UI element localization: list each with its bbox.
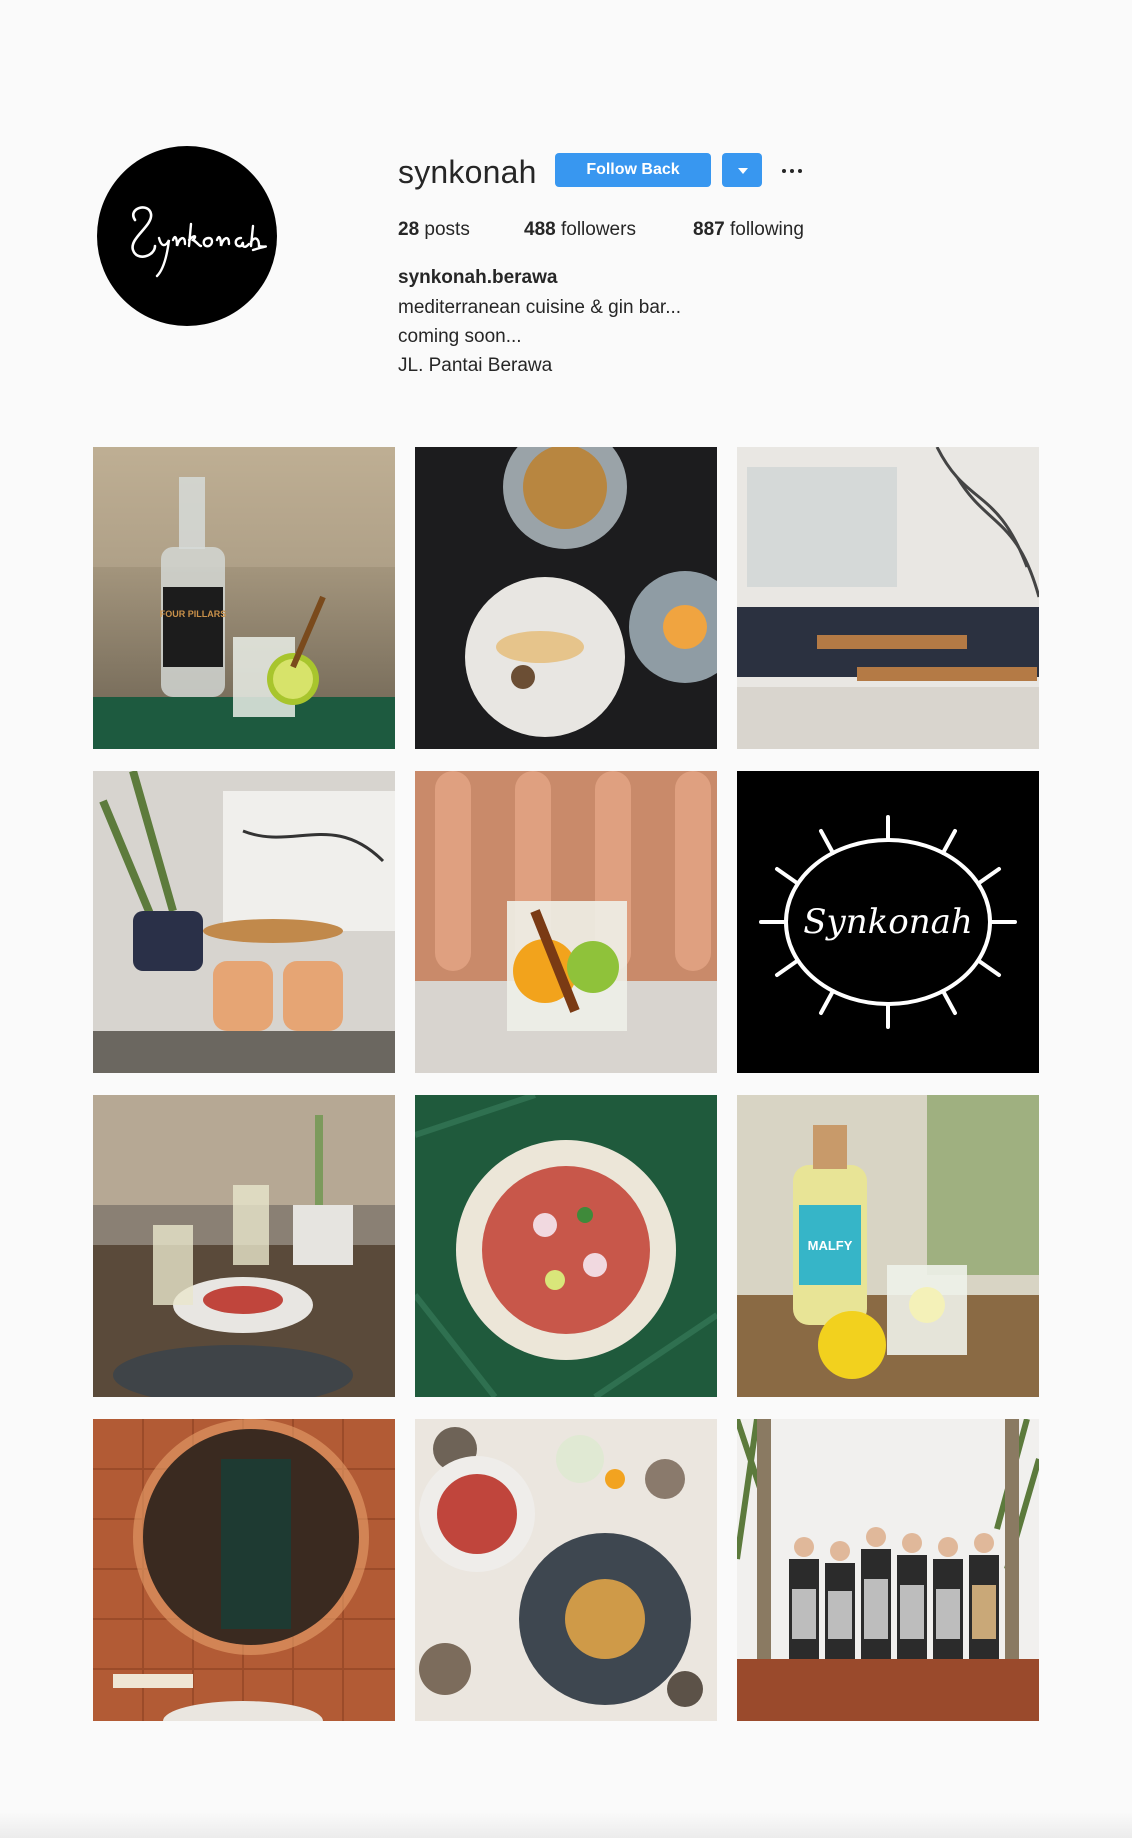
post-thumbnail[interactable] <box>415 447 717 749</box>
caret-down-icon <box>738 168 748 174</box>
profile-avatar[interactable] <box>97 146 277 326</box>
table-setting-image <box>93 1095 395 1397</box>
carpaccio-image <box>415 1095 717 1397</box>
bio-line: coming soon... <box>398 326 522 347</box>
post-thumbnail[interactable] <box>93 1095 395 1397</box>
following-stat[interactable]: 887 following <box>693 218 804 242</box>
malfy-gin-image: MALFY <box>737 1095 1039 1397</box>
post-thumbnail[interactable] <box>737 1419 1039 1721</box>
followers-label: followers <box>560 219 636 240</box>
dishes-image <box>415 447 717 749</box>
bio-line: mediterranean cuisine & gin bar... <box>398 297 682 318</box>
post-thumbnail[interactable] <box>415 1419 717 1721</box>
lounge-image <box>93 771 395 1073</box>
bottle-label: FOUR PILLARS <box>160 609 227 619</box>
synkonah-sun-logo-image: Synkonah <box>737 771 1039 1073</box>
post-thumbnail[interactable]: MALFY <box>737 1095 1039 1397</box>
bottle-label: MALFY <box>808 1238 853 1253</box>
profile-username: synkonah <box>398 154 537 190</box>
followers-stat[interactable]: 488 followers <box>524 218 636 242</box>
more-options-dot <box>798 169 802 173</box>
post-thumbnail[interactable] <box>93 771 395 1073</box>
gin-bottle-image: FOUR PILLARS <box>93 447 395 749</box>
followers-count: 488 <box>524 219 556 240</box>
following-label: following <box>729 219 804 240</box>
cocktail-image <box>415 771 717 1073</box>
post-thumbnail[interactable] <box>415 1095 717 1397</box>
more-options-dot <box>790 169 794 173</box>
bathroom-mirror-image <box>93 1419 395 1721</box>
kitchen-staff-image <box>737 1419 1039 1721</box>
posts-count: 28 <box>398 219 420 240</box>
post-thumbnail[interactable] <box>415 771 717 1073</box>
following-count: 887 <box>693 219 725 240</box>
synkonah-logo <box>131 206 267 278</box>
post-thumbnail[interactable]: FOUR PILLARS <box>93 447 395 749</box>
posts-stat: 28 posts <box>398 218 470 242</box>
window-bottom-edge <box>0 1812 1132 1838</box>
post-thumbnail[interactable] <box>93 1419 395 1721</box>
logo-wordmark: Synkonah <box>803 902 973 942</box>
bio-line: JL. Pantai Berawa <box>398 355 553 376</box>
more-options-button[interactable] <box>780 156 804 184</box>
post-thumbnail[interactable]: Synkonah <box>737 771 1039 1073</box>
posts-label: posts <box>424 219 470 240</box>
suggested-dropdown-button[interactable] <box>722 153 762 187</box>
post-thumbnail[interactable] <box>737 447 1039 749</box>
more-options-icon <box>782 169 786 173</box>
dining-room-image <box>737 447 1039 749</box>
bio-name: synkonah.berawa <box>398 267 558 288</box>
follow-back-button[interactable]: Follow Back <box>555 153 711 187</box>
terrazzo-plates-image <box>415 1419 717 1721</box>
